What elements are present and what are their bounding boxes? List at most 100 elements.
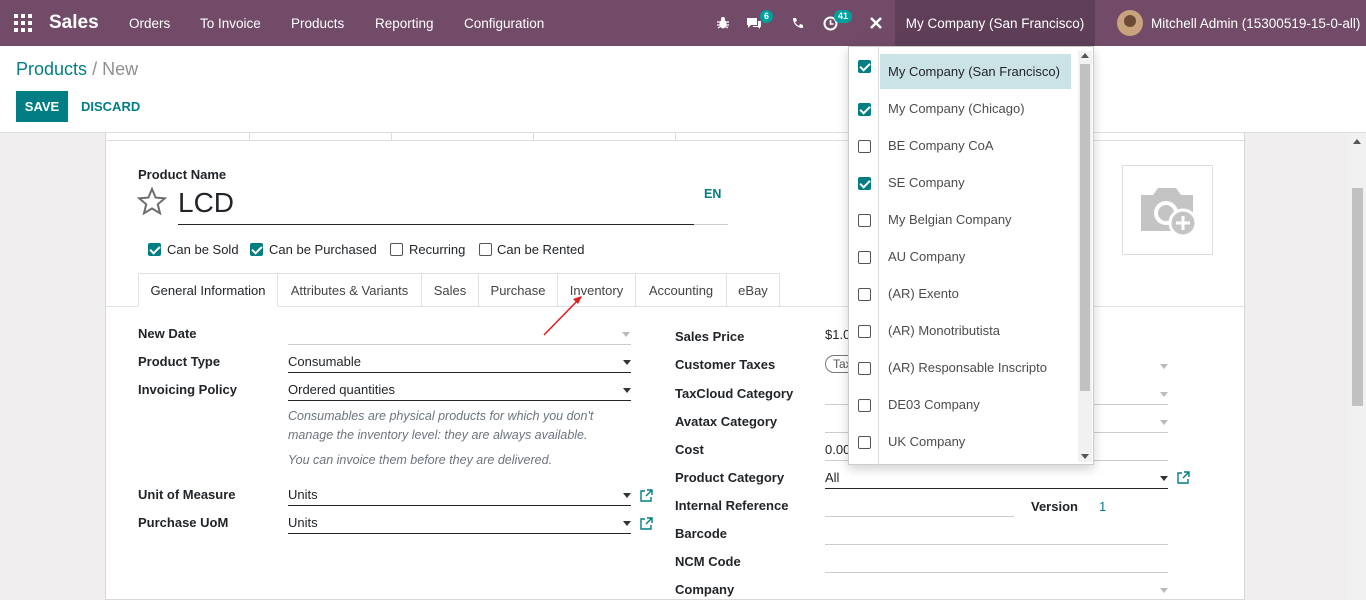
tab-attributes-variants[interactable]: Attributes & Variants <box>278 273 422 307</box>
invoicing-policy-select[interactable]: Ordered quantities <box>288 380 631 401</box>
tab-general-information[interactable]: General Information <box>138 273 278 307</box>
company-option[interactable]: BE Company CoA <box>849 127 1077 164</box>
invoicing-policy-value: Ordered quantities <box>288 382 395 397</box>
internal-reference-field[interactable] <box>825 496 1014 517</box>
uom-external-link-icon[interactable] <box>640 489 653 502</box>
new-date-field[interactable] <box>288 324 631 345</box>
company-checkbox[interactable] <box>858 140 871 153</box>
purchase-uom-select[interactable]: Units <box>288 513 631 534</box>
uom-label: Unit of Measure <box>138 487 236 502</box>
product-image-upload[interactable] <box>1122 165 1213 255</box>
breadcrumb-current: New <box>102 59 139 79</box>
tab-ebay[interactable]: eBay <box>727 273 780 307</box>
sales-price-label: Sales Price <box>675 329 745 344</box>
ncm-code-label: NCM Code <box>675 554 741 569</box>
invoicing-help: You can invoice them before they are del… <box>288 453 553 467</box>
company-name: (AR) Responsable Inscripto <box>888 360 1047 375</box>
barcode-field[interactable] <box>825 524 1168 545</box>
debug-tools-icon[interactable] <box>866 0 886 46</box>
page-scrollbar[interactable] <box>1349 133 1366 600</box>
favorite-star-icon[interactable] <box>136 186 168 219</box>
recurring-checkbox[interactable] <box>390 243 403 256</box>
phone-icon[interactable] <box>787 0 807 46</box>
messages-badge: 6 <box>760 10 774 23</box>
page-scrollbar-thumb[interactable] <box>1352 188 1363 406</box>
company-option[interactable]: (AR) Exento <box>849 275 1077 312</box>
top-navbar: Sales Orders To Invoice Products Reporti… <box>0 0 1366 46</box>
menu-configuration[interactable]: Configuration <box>464 0 544 46</box>
company-checkbox[interactable] <box>858 362 871 375</box>
invoicing-policy-caret-icon <box>623 388 631 393</box>
breadcrumb-products[interactable]: Products <box>16 59 87 79</box>
dropdown-scrollbar-thumb[interactable] <box>1080 64 1090 391</box>
activities-badge: 41 <box>834 10 853 23</box>
company-checkbox[interactable] <box>858 436 871 449</box>
company-checkbox[interactable] <box>858 177 871 190</box>
company-option[interactable]: DE03 Company <box>849 386 1077 423</box>
company-option[interactable]: (AR) Monotributista <box>849 312 1077 349</box>
company-name: My Company (Chicago) <box>888 101 1025 116</box>
uom-caret-icon <box>623 493 631 498</box>
activities-icon[interactable]: 41 <box>820 0 853 46</box>
scroll-up-arrow[interactable] <box>1353 139 1361 144</box>
discard-button[interactable]: DISCARD <box>72 91 149 122</box>
can-be-rented-checkbox[interactable] <box>479 243 492 256</box>
company-option[interactable]: My Company (Chicago) <box>849 90 1077 127</box>
purchase-uom-external-link-icon[interactable] <box>640 517 653 530</box>
purchase-uom-value: Units <box>288 515 318 530</box>
company-name: SE Company <box>888 175 965 190</box>
product-name-input[interactable]: LCD <box>178 186 694 225</box>
sales-price-field[interactable]: $1.0 <box>825 327 850 342</box>
uom-select[interactable]: Units <box>288 485 631 506</box>
company-option[interactable]: SE Company <box>849 164 1077 201</box>
company-checkbox[interactable] <box>858 103 871 116</box>
tab-sales[interactable]: Sales <box>422 273 479 307</box>
purchase-uom-caret-icon <box>623 521 631 526</box>
can-be-rented-label: Can be Rented <box>497 242 585 257</box>
app-name[interactable]: Sales <box>49 0 99 46</box>
menu-orders[interactable]: Orders <box>129 0 170 46</box>
avatax-caret-icon <box>1160 420 1168 425</box>
product-type-caret-icon <box>623 360 631 365</box>
product-category-select[interactable]: All <box>825 468 1168 489</box>
company-option[interactable]: My Company (San Francisco) <box>849 47 1077 89</box>
internal-reference-label: Internal Reference <box>675 498 789 513</box>
company-option[interactable]: (AR) Responsable Inscripto <box>849 349 1077 386</box>
can-be-sold-checkbox[interactable] <box>148 243 161 256</box>
company-checkbox[interactable] <box>858 214 871 227</box>
ncm-code-field[interactable] <box>825 552 1168 573</box>
breadcrumb-separator: / <box>92 59 98 79</box>
customer-taxes-caret-icon <box>1160 364 1168 369</box>
company-checkbox[interactable] <box>858 325 871 338</box>
product-type-select[interactable]: Consumable <box>288 352 631 373</box>
language-button[interactable]: EN <box>704 187 721 201</box>
invoicing-policy-label: Invoicing Policy <box>138 382 237 397</box>
dropdown-scroll-down-arrow[interactable] <box>1081 454 1089 459</box>
company-option[interactable]: AU Company <box>849 238 1077 275</box>
messages-icon[interactable]: 6 <box>744 0 774 46</box>
menu-to-invoice[interactable]: To Invoice <box>200 0 261 46</box>
category-external-link-icon[interactable] <box>1177 471 1190 484</box>
company-checkbox[interactable] <box>858 251 871 264</box>
can-be-purchased-checkbox[interactable] <box>250 243 263 256</box>
dropdown-scroll-up-arrow[interactable] <box>1081 53 1089 58</box>
company-field[interactable] <box>825 580 1168 600</box>
company-switcher[interactable]: My Company (San Francisco) <box>895 0 1095 46</box>
name-field-end <box>694 224 728 225</box>
company-checkbox[interactable] <box>858 399 871 412</box>
dropdown-scrollbar[interactable] <box>1078 51 1092 462</box>
menu-products[interactable]: Products <box>291 0 344 46</box>
app-menu-icon[interactable] <box>14 0 36 46</box>
company-checkbox[interactable] <box>858 60 871 73</box>
company-option[interactable]: My Belgian Company <box>849 201 1077 238</box>
tab-accounting[interactable]: Accounting <box>636 273 727 307</box>
product-category-value: All <box>825 470 840 485</box>
user-menu[interactable]: Mitchell Admin (15300519-15-0-all) <box>1112 0 1366 46</box>
avatax-label: Avatax Category <box>675 414 778 429</box>
menu-reporting[interactable]: Reporting <box>375 0 434 46</box>
bug-icon[interactable] <box>713 0 733 46</box>
company-option[interactable]: UK Company <box>849 423 1077 460</box>
company-checkbox[interactable] <box>858 288 871 301</box>
save-button[interactable]: SAVE <box>16 91 68 122</box>
taxcloud-label: TaxCloud Category <box>675 386 794 401</box>
